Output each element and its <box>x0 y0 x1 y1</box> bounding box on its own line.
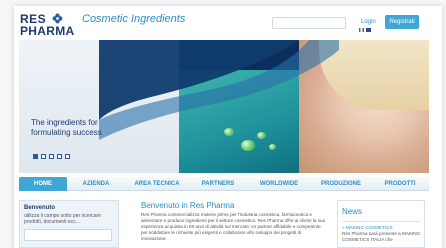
slider-dot[interactable] <box>57 154 62 159</box>
news-heading: News <box>342 207 363 216</box>
slider-dot[interactable] <box>65 154 70 159</box>
news-box: News » MAKING COSMETICS Res Pharma sarà … <box>337 200 425 248</box>
nav-item-produzione[interactable]: PRODUZIONE <box>311 181 371 187</box>
divider <box>342 221 420 222</box>
nav-item-azienda[interactable]: AZIENDA <box>67 181 125 187</box>
hero-caption-line: formulating success <box>31 128 102 137</box>
water-droplet <box>269 144 276 150</box>
hero-wave-shape <box>99 40 339 140</box>
sidebar-search-input[interactable] <box>24 229 112 241</box>
welcome-heading: Benvenuto in Res Pharma <box>141 201 235 210</box>
water-droplet <box>241 140 255 151</box>
logo-flower-icon <box>52 13 63 24</box>
slider-dot[interactable] <box>33 154 38 159</box>
hero-banner: The ingredients for formulating success <box>19 40 429 173</box>
sidebar-search-box: Benvenuto utilizza il campo sotto per ri… <box>19 200 119 248</box>
news-item-link[interactable]: » MAKING COSMETICS <box>342 225 393 230</box>
nav-item-home[interactable]: HOME <box>19 176 67 191</box>
search-input[interactable] <box>272 17 346 29</box>
sidebar-text: utilizza il campo sotto per ricercare pr… <box>24 213 101 225</box>
slider-dot[interactable] <box>41 154 46 159</box>
water-droplet <box>257 132 266 139</box>
water-droplet <box>224 128 234 136</box>
page: RES PHARMA Cosmetic Ingredients Login Re… <box>0 0 446 248</box>
login-link[interactable]: Login <box>361 19 376 25</box>
welcome-text: Res Pharma commercializza materie prime … <box>141 212 326 241</box>
language-flags <box>359 28 371 32</box>
main-navigation: HOME AZIENDA AREA TECNICA PARTNERS WORLDWIDE… <box>19 176 429 191</box>
logo-text-pharma: PHARMA <box>20 24 75 38</box>
slider-dot[interactable] <box>49 154 54 159</box>
news-item-text: Res Pharma sarà presente a MAKING COSMET… <box>342 231 421 242</box>
register-button[interactable]: Registrati <box>385 15 419 29</box>
hero-caption-line: The ingredients for <box>31 118 98 127</box>
hero-caption: The ingredients for formulating success <box>31 118 102 138</box>
nav-item-prodotti[interactable]: PRODOTTI <box>371 181 429 187</box>
tagline: Cosmetic Ingredients <box>82 13 186 25</box>
sidebar-title: Benvenuto <box>24 205 56 211</box>
slider-pagination <box>33 154 70 159</box>
flag-uk-icon[interactable] <box>366 28 371 32</box>
nav-item-area-tecnica[interactable]: AREA TECNICA <box>125 181 189 187</box>
nav-item-partners[interactable]: PARTNERS <box>189 181 247 187</box>
nav-item-worldwide[interactable]: WORLDWIDE <box>247 181 311 187</box>
flag-italy-icon[interactable] <box>359 28 364 32</box>
